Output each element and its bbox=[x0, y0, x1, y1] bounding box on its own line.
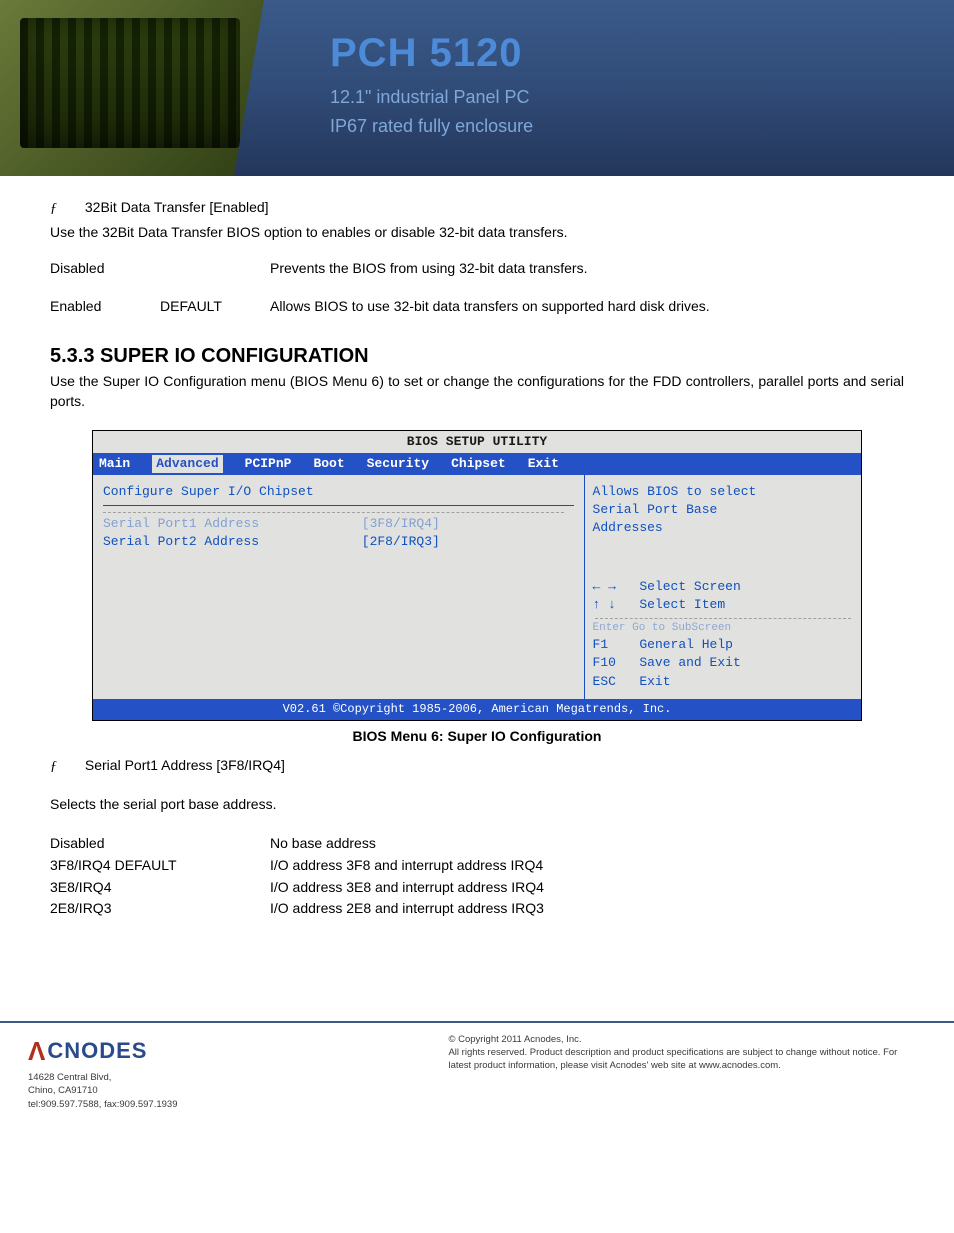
cell: [3F8/IRQ4] bbox=[362, 515, 574, 533]
bios-nav-row: ESC Exit bbox=[593, 673, 853, 691]
cell: 2E8/IRQ3 bbox=[50, 899, 270, 919]
cell: Allows BIOS to use 32-bit data transfers… bbox=[270, 297, 904, 317]
logo-lambda-icon: Λ bbox=[28, 1033, 46, 1069]
footer-left: Λ CNODES 14628 Central Blvd, Chino, CA91… bbox=[28, 1033, 448, 1111]
bios-right-pane: Allows BIOS to select Serial Port Base A… bbox=[585, 475, 861, 699]
table-row: 3F8/IRQ4 DEFAULT I/O address 3F8 and int… bbox=[50, 856, 904, 876]
superio-paragraph: Use the Super IO Configuration menu (BIO… bbox=[50, 372, 904, 411]
bios-key: ESC bbox=[593, 674, 616, 689]
bios-nav-row: ← → Select Screen bbox=[593, 578, 853, 596]
bios-help-line: Serial Port Base bbox=[593, 501, 853, 519]
footer-disclaimer: All rights reserved. Product description… bbox=[448, 1046, 904, 1073]
bios-left-pane: Configure Super I/O Chipset Serial Port1… bbox=[93, 475, 585, 699]
bios-key: F10 bbox=[593, 655, 616, 670]
bios-menu-main: Main bbox=[99, 455, 130, 473]
product-photo bbox=[0, 0, 300, 176]
cell bbox=[160, 259, 270, 279]
page-content: ƒ 32Bit Data Transfer [Enabled] Use the … bbox=[0, 180, 954, 941]
cell: No base address bbox=[270, 834, 904, 854]
header-banner: PCH 5120 12.1" industrial Panel PC IP67 … bbox=[0, 0, 954, 180]
bios-menu-boot: Boot bbox=[313, 455, 344, 473]
cell: I/O address 2E8 and interrupt address IR… bbox=[270, 899, 904, 919]
cell: I/O address 3E8 and interrupt address IR… bbox=[270, 878, 904, 898]
arrow-lr-icon: ← → bbox=[593, 579, 616, 594]
option-32bit-heading: ƒ 32Bit Data Transfer [Enabled] bbox=[50, 198, 904, 219]
cell: Serial Port2 Address bbox=[103, 533, 362, 551]
bios-nav-label: General Help bbox=[639, 637, 733, 652]
acnodes-logo: Λ CNODES bbox=[28, 1033, 448, 1069]
bios-menu-chipset: Chipset bbox=[451, 455, 506, 473]
bios-left-heading: Configure Super I/O Chipset bbox=[103, 483, 574, 501]
bullet-glyph: ƒ bbox=[50, 201, 57, 216]
table-row: 3E8/IRQ4 I/O address 3E8 and interrupt a… bbox=[50, 878, 904, 898]
arrow-ud-icon: ↑ ↓ bbox=[593, 597, 616, 612]
bios-row-serialport2: Serial Port2 Address [2F8/IRQ3] bbox=[103, 533, 574, 551]
banner-text-block: PCH 5120 12.1" industrial Panel PC IP67 … bbox=[300, 0, 954, 176]
bios-top-menu: Main Advanced PCIPnP Boot Security Chips… bbox=[93, 453, 861, 475]
cell: DEFAULT bbox=[160, 297, 270, 317]
option-row-disabled: Disabled Prevents the BIOS from using 32… bbox=[50, 259, 904, 279]
cell: 3E8/IRQ4 bbox=[50, 878, 270, 898]
product-subtitle-1: 12.1" industrial Panel PC bbox=[330, 85, 934, 110]
bios-help-line: Addresses bbox=[593, 519, 853, 537]
bios-caption: BIOS Menu 6: Super IO Configuration bbox=[50, 727, 904, 747]
footer-copyright: © Copyright 2011 Acnodes, Inc. bbox=[448, 1033, 904, 1046]
dashed-cut-top bbox=[103, 512, 564, 513]
bios-nav-label: Select Screen bbox=[639, 579, 740, 594]
bios-nav-label: Save and Exit bbox=[639, 655, 740, 670]
bios-menu-advanced: Advanced bbox=[152, 455, 222, 473]
bios-menu-pcipnp: PCIPnP bbox=[245, 455, 292, 473]
page-footer: Λ CNODES 14628 Central Blvd, Chino, CA91… bbox=[0, 1021, 954, 1131]
product-subtitle-2: IP67 rated fully enclosure bbox=[330, 114, 934, 139]
cell: Disabled bbox=[50, 259, 160, 279]
option-32bit-desc: Use the 32Bit Data Transfer BIOS option … bbox=[50, 223, 904, 243]
option-serialport1-label: Serial Port1 Address [3F8/IRQ4] bbox=[85, 757, 285, 773]
cell: Enabled bbox=[50, 297, 160, 317]
cell: Prevents the BIOS from using 32-bit data… bbox=[270, 259, 904, 279]
bios-divider bbox=[103, 505, 574, 506]
bios-nav-row: F1 General Help bbox=[593, 636, 853, 654]
bios-nav-row: F10 Save and Exit bbox=[593, 654, 853, 672]
bios-title-bar: BIOS SETUP UTILITY bbox=[93, 431, 861, 453]
bios-key: F1 bbox=[593, 637, 609, 652]
bios-menu-security: Security bbox=[367, 455, 429, 473]
section-heading-superio: 5.3.3 SUPER IO CONFIGURATION bbox=[50, 342, 904, 370]
bios-menu-exit: Exit bbox=[528, 455, 559, 473]
bios-copyright-bar: V02.61 ©Copyright 1985-2006, American Me… bbox=[93, 699, 861, 720]
bios-nav-cut: Enter Go to SubScreen bbox=[593, 621, 853, 636]
bios-row-obscured: Serial Port1 Address [3F8/IRQ4] bbox=[103, 515, 574, 533]
product-title: PCH 5120 bbox=[330, 25, 934, 81]
cell: Serial Port1 Address bbox=[103, 515, 362, 533]
option-32bit-label: 32Bit Data Transfer [Enabled] bbox=[85, 199, 269, 215]
serialport1-desc: Selects the serial port base address. bbox=[50, 795, 904, 815]
bios-nav-label: Select Item bbox=[639, 597, 725, 612]
bios-screenshot: BIOS SETUP UTILITY Main Advanced PCIPnP … bbox=[92, 430, 862, 721]
bios-body: Configure Super I/O Chipset Serial Port1… bbox=[93, 475, 861, 699]
footer-address-line: tel:909.597.7588, fax:909.597.1939 bbox=[28, 1098, 448, 1111]
footer-address-line: Chino, CA91710 bbox=[28, 1084, 448, 1097]
dashed-cut-right bbox=[595, 618, 851, 619]
cell: Disabled bbox=[50, 834, 270, 854]
cell: [2F8/IRQ3] bbox=[362, 533, 574, 551]
cell: 3F8/IRQ4 DEFAULT bbox=[50, 856, 270, 876]
bios-nav-label: Exit bbox=[639, 674, 670, 689]
bios-help-line: Allows BIOS to select bbox=[593, 483, 853, 501]
table-row: 2E8/IRQ3 I/O address 2E8 and interrupt a… bbox=[50, 899, 904, 919]
cell: I/O address 3F8 and interrupt address IR… bbox=[270, 856, 904, 876]
footer-right: © Copyright 2011 Acnodes, Inc. All right… bbox=[448, 1033, 904, 1111]
table-row: Disabled No base address bbox=[50, 834, 904, 854]
option-serialport1-heading: ƒ Serial Port1 Address [3F8/IRQ4] bbox=[50, 756, 904, 777]
logo-text: CNODES bbox=[47, 1036, 147, 1067]
footer-address-line: 14628 Central Blvd, bbox=[28, 1071, 448, 1084]
option-row-enabled: Enabled DEFAULT Allows BIOS to use 32-bi… bbox=[50, 297, 904, 317]
bios-nav-row: ↑ ↓ Select Item bbox=[593, 596, 853, 614]
bullet-glyph: ƒ bbox=[50, 759, 57, 774]
serialport1-address-table: Disabled No base address 3F8/IRQ4 DEFAUL… bbox=[50, 834, 904, 918]
